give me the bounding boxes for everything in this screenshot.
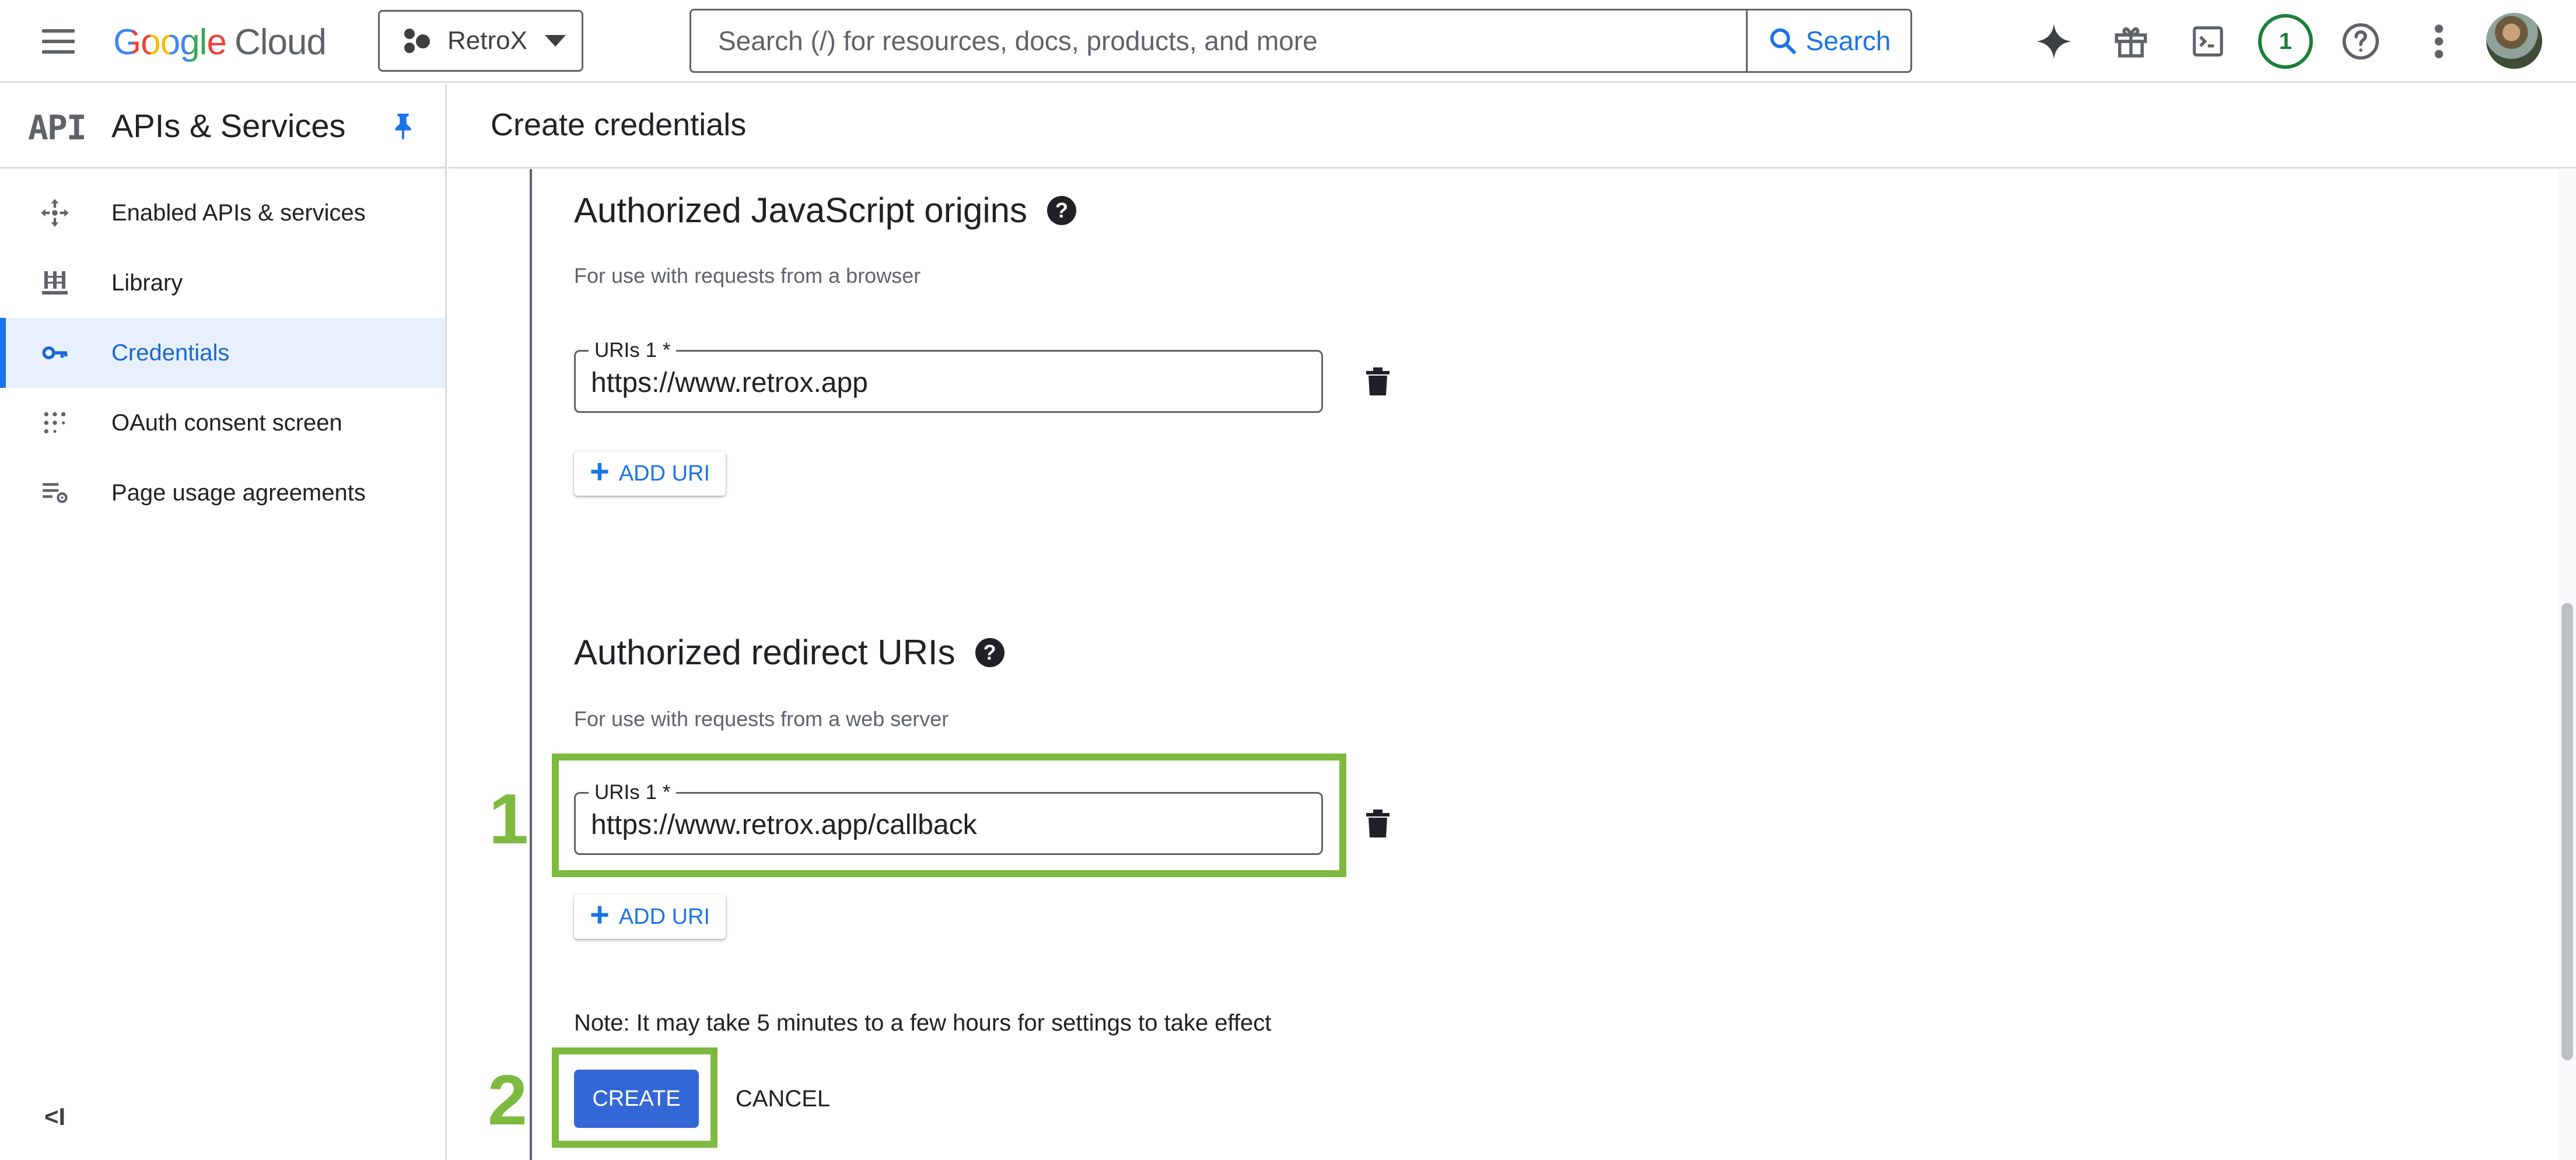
top-bar: Google Cloud RetroX Search 1	[0, 0, 2576, 83]
help-icon[interactable]	[2337, 17, 2385, 65]
chevron-down-icon	[544, 35, 566, 47]
redirect-uris-help-icon[interactable]: ?	[975, 637, 1005, 667]
page-usage-icon	[37, 475, 72, 510]
search-button[interactable]: Search	[1746, 10, 1910, 71]
page-title: Create credentials	[491, 107, 747, 142]
logo-cloud: Cloud	[234, 22, 327, 62]
content-divider	[530, 169, 532, 1160]
search-bar: Search	[690, 9, 1912, 73]
sidebar-item-label: OAuth consent screen	[111, 409, 342, 436]
page-header: Create credentials	[449, 85, 2576, 169]
scrollbar-thumb[interactable]	[2561, 603, 2573, 1060]
redirect-uris-heading: Authorized redirect URIs	[574, 633, 956, 672]
js-origins-add-uri-button[interactable]: + ADD URI	[574, 451, 726, 496]
sidebar-title: APIs & Services	[111, 107, 346, 144]
plus-icon: +	[589, 453, 610, 490]
search-button-label: Search	[1805, 26, 1891, 56]
sidebar-item-page-usage[interactable]: Page usage agreements	[0, 458, 445, 528]
sidebar-item-label: Library	[111, 269, 183, 296]
search-input[interactable]	[691, 10, 1746, 71]
redirect-uris-subtitle: For use with requests from a web server	[574, 707, 949, 731]
sidebar-item-label: Enabled APIs & services	[111, 199, 366, 226]
library-icon	[37, 265, 72, 300]
delete-redirect-uri-icon[interactable]	[1365, 808, 1391, 839]
sidebar-item-oauth-consent[interactable]: OAuth consent screen	[0, 388, 445, 458]
js-origins-heading: Authorized JavaScript origins	[574, 191, 1028, 230]
sidebar-item-enabled-apis[interactable]: Enabled APIs & services	[0, 178, 445, 248]
redirect-uris-add-uri-button[interactable]: + ADD URI	[574, 895, 726, 939]
sidebar-item-library[interactable]: Library	[0, 248, 445, 318]
plus-icon: +	[589, 896, 610, 934]
enabled-apis-icon	[37, 195, 72, 230]
js-origins-title: Authorized JavaScript origins ?	[574, 190, 1077, 230]
gift-icon[interactable]	[2107, 17, 2155, 65]
gemini-sparkle-icon[interactable]	[2030, 17, 2078, 65]
settings-note: Note: It may take 5 minutes to a few hou…	[574, 1010, 1272, 1036]
step-2-number: 2	[488, 1060, 527, 1140]
step-1-number: 1	[489, 779, 528, 858]
js-origin-uri-label: URIs 1 *	[589, 339, 677, 362]
google-cloud-logo[interactable]: Google Cloud	[113, 19, 327, 65]
delete-js-origin-icon[interactable]	[1365, 366, 1391, 397]
sidebar-item-label: Credentials	[111, 339, 230, 366]
add-uri-label: ADD URI	[618, 461, 710, 486]
pin-icon[interactable]	[390, 111, 416, 141]
js-origin-uri-field: URIs 1 *	[574, 339, 1323, 413]
key-icon	[37, 335, 72, 370]
api-icon: API	[28, 108, 87, 148]
search-icon	[1770, 28, 1796, 54]
project-icon	[403, 26, 432, 55]
js-origin-uri-input[interactable]	[591, 362, 1303, 403]
logo-google: Google	[113, 22, 227, 62]
collapse-sidebar-icon[interactable]: <I	[44, 1103, 65, 1131]
js-origins-subtitle: For use with requests from a browser	[574, 264, 921, 288]
project-picker-button[interactable]: RetroX	[378, 10, 583, 72]
add-uri-label: ADD URI	[618, 904, 710, 929]
sidebar-item-credentials[interactable]: Credentials	[0, 318, 445, 388]
oauth-consent-icon	[37, 405, 72, 440]
cancel-button[interactable]: CANCEL	[721, 1070, 845, 1128]
sidebar-item-label: Page usage agreements	[111, 479, 366, 506]
sidebar-nav: Enabled APIs & services Library Credenti…	[0, 169, 445, 528]
cloud-shell-icon[interactable]	[2184, 17, 2232, 65]
notifications-badge[interactable]: 1	[2258, 14, 2313, 69]
menu-icon[interactable]	[36, 26, 82, 58]
redirect-uris-title: Authorized redirect URIs ?	[574, 632, 1005, 672]
step-1-highlight	[552, 754, 1346, 877]
sidebar-header: API APIs & Services	[0, 85, 445, 169]
more-vert-icon[interactable]	[2415, 17, 2463, 65]
project-name: RetroX	[447, 26, 527, 55]
sidebar: API APIs & Services Enabled APIs & servi…	[0, 85, 447, 1160]
step-2-highlight	[552, 1047, 718, 1148]
user-avatar[interactable]	[2486, 13, 2542, 69]
js-origins-help-icon[interactable]: ?	[1047, 195, 1077, 225]
